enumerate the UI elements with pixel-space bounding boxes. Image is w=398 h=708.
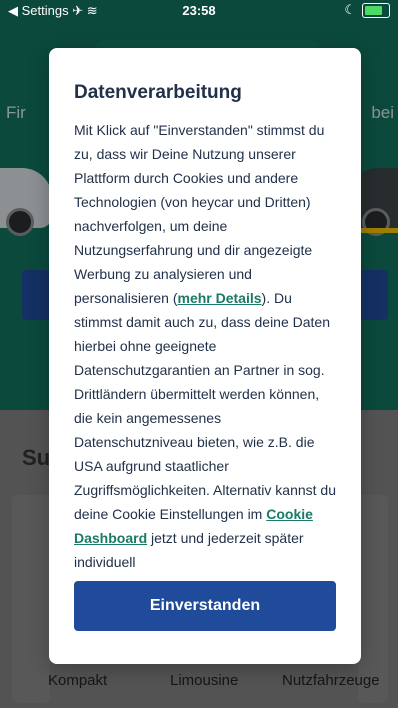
more-details-link[interactable]: mehr Details xyxy=(178,290,262,306)
accept-button[interactable]: Einverstanden xyxy=(74,581,336,631)
body-text: ). Du stimmst damit auch zu, dass deine … xyxy=(74,290,336,522)
consent-dialog: Datenverarbeitung Mit Klick auf "Einvers… xyxy=(49,48,361,664)
moon-icon: ☾ xyxy=(344,2,356,17)
status-bar: ◀ Settings ✈ ≋ 23:58 ☾ xyxy=(0,0,398,22)
battery-icon xyxy=(362,2,390,18)
dialog-body[interactable]: Mit Klick auf "Einverstanden" stimmst du… xyxy=(74,118,339,600)
clock: 23:58 xyxy=(182,3,216,18)
dialog-title: Datenverarbeitung xyxy=(74,82,242,103)
body-text: Mit Klick auf "Einverstanden" stimmst du… xyxy=(74,122,325,306)
